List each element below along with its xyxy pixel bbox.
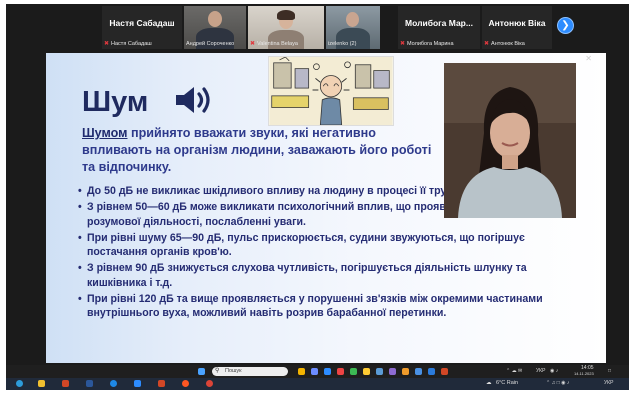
participant-caption: Андрей Сороченко xyxy=(186,41,234,47)
app-icon[interactable] xyxy=(363,368,370,375)
edge-icon[interactable] xyxy=(16,380,23,387)
bullet-item: При рівні 120 дБ та вище проявляється у … xyxy=(78,292,588,321)
weather-label[interactable]: 6°C Rain xyxy=(496,380,518,386)
windows-start-icon[interactable] xyxy=(198,368,205,375)
participant-name: Молибога Мар... xyxy=(405,18,473,28)
tray-icons[interactable]: ⌃ ♫ □ ◉ ♪ xyxy=(546,380,569,386)
participant-caption: ✖ Молибога Марина xyxy=(400,40,454,48)
participant-label: Молибога Марина xyxy=(407,40,454,47)
taskbar-search[interactable]: ⚲ Пошук xyxy=(212,367,288,376)
tray-icons[interactable]: ⌃ ☁ ✉ xyxy=(506,368,522,374)
participant-label: Андрей Сороченко xyxy=(186,41,235,47)
app-icon[interactable] xyxy=(441,368,448,375)
participant-caption: ✖ Valentina Belaya xyxy=(250,40,298,48)
close-icon[interactable]: ✕ xyxy=(585,54,592,63)
participant-caption: ✖ Антонюк Віка xyxy=(484,40,525,48)
taskbar-date[interactable]: 14.11.2023 xyxy=(574,371,594,376)
app-icon[interactable] xyxy=(182,380,189,387)
notification-icon[interactable]: □ xyxy=(608,368,611,374)
mic-off-icon: ✖ xyxy=(484,41,490,47)
app-icon[interactable] xyxy=(415,368,422,375)
tray-language[interactable]: УКР xyxy=(536,368,545,374)
participant-tile[interactable]: Молибога Мар... ✖ Молибога Марина xyxy=(398,6,480,49)
participant-strip: Настя Сабадаш ✖ Настя Сабадаш Андрей Соро… xyxy=(6,4,629,51)
next-participants-button[interactable]: ❯ xyxy=(557,17,574,34)
participant-tile[interactable]: Андрей Сороченко xyxy=(184,6,246,49)
participant-label: Антонюк Віка xyxy=(491,40,525,47)
chevron-right-icon: ❯ xyxy=(561,20,570,31)
app-icon[interactable] xyxy=(428,368,435,375)
presenter-video xyxy=(444,63,576,218)
participant-tile[interactable]: izelenko (2) xyxy=(326,6,380,49)
app-icon[interactable] xyxy=(376,368,383,375)
mic-off-icon: ✖ xyxy=(400,41,406,47)
participant-name: Настя Сабадаш xyxy=(109,18,175,28)
cloud-icon: ☁ xyxy=(486,380,492,386)
wifi-icon[interactable]: ◉ ♪ xyxy=(550,368,558,374)
speaker-icon xyxy=(176,87,210,113)
mic-off-icon: ✖ xyxy=(104,41,110,47)
participant-caption: ✖ Настя Сабадаш xyxy=(104,40,152,48)
bullet-item: З рівнем 90 дБ знижується слухова чутлив… xyxy=(78,261,588,290)
noise-illustration xyxy=(268,56,394,126)
participant-tile[interactable]: Настя Сабадаш ✖ Настя Сабадаш xyxy=(102,6,182,49)
mic-off-icon: ✖ xyxy=(250,41,256,47)
participant-label: Valentina Belaya xyxy=(257,40,298,47)
zoom-icon[interactable] xyxy=(134,380,141,387)
definition-body: прийнято вважати звуки, які негативно вп… xyxy=(82,126,432,174)
bullet-item: При рівні шуму 65—90 дБ, пульс прискорює… xyxy=(78,231,588,260)
participant-tile[interactable]: Антонюк Віка ✖ Антонюк Віка xyxy=(482,6,552,49)
search-placeholder: Пошук xyxy=(225,368,242,374)
app-icon[interactable] xyxy=(324,368,331,375)
definition-term: Шумом xyxy=(82,126,128,140)
participant-caption: izelenko (2) xyxy=(328,41,356,47)
powerpoint-icon[interactable] xyxy=(62,380,69,387)
participant-name: Антонюк Віка xyxy=(488,18,546,28)
slide-title: Шум xyxy=(82,86,149,118)
app-icon[interactable] xyxy=(298,368,305,375)
participant-label: izelenko (2) xyxy=(328,41,357,47)
tray-language[interactable]: УКР xyxy=(604,380,613,386)
app-icon[interactable] xyxy=(311,368,318,375)
search-icon: ⚲ xyxy=(215,368,220,374)
file-explorer-icon[interactable] xyxy=(38,380,45,387)
participant-label: Настя Сабадаш xyxy=(111,40,152,47)
app-icon[interactable] xyxy=(402,368,409,375)
app-icon[interactable] xyxy=(337,368,344,375)
windows-taskbar: ☁ 6°C Rain ⌃ ♫ □ ◉ ♪ УКР xyxy=(6,378,629,390)
word-icon[interactable] xyxy=(86,380,93,387)
chrome-icon[interactable] xyxy=(206,380,213,387)
presentation-slide: ✕ Шум Шумом прийнято вважати звуки, які … xyxy=(46,53,606,363)
participant-tile[interactable]: ✖ Valentina Belaya xyxy=(248,6,324,49)
powerpoint-icon[interactable] xyxy=(158,380,165,387)
inner-taskbar: ⚲ Пошук ⌃ ☁ ✉ УКР ◉ ♪ 14:05 14.11.2023 □ xyxy=(6,365,629,378)
app-icon[interactable] xyxy=(110,380,117,387)
definition-text: Шумом прийнято вважати звуки, які негати… xyxy=(82,125,444,176)
zoom-meeting-window: Настя Сабадаш ✖ Настя Сабадаш Андрей Соро… xyxy=(6,4,629,390)
app-icon[interactable] xyxy=(350,368,357,375)
shared-screen: ✕ Шум Шумом прийнято вважати звуки, які … xyxy=(6,51,629,365)
app-icon[interactable] xyxy=(389,368,396,375)
